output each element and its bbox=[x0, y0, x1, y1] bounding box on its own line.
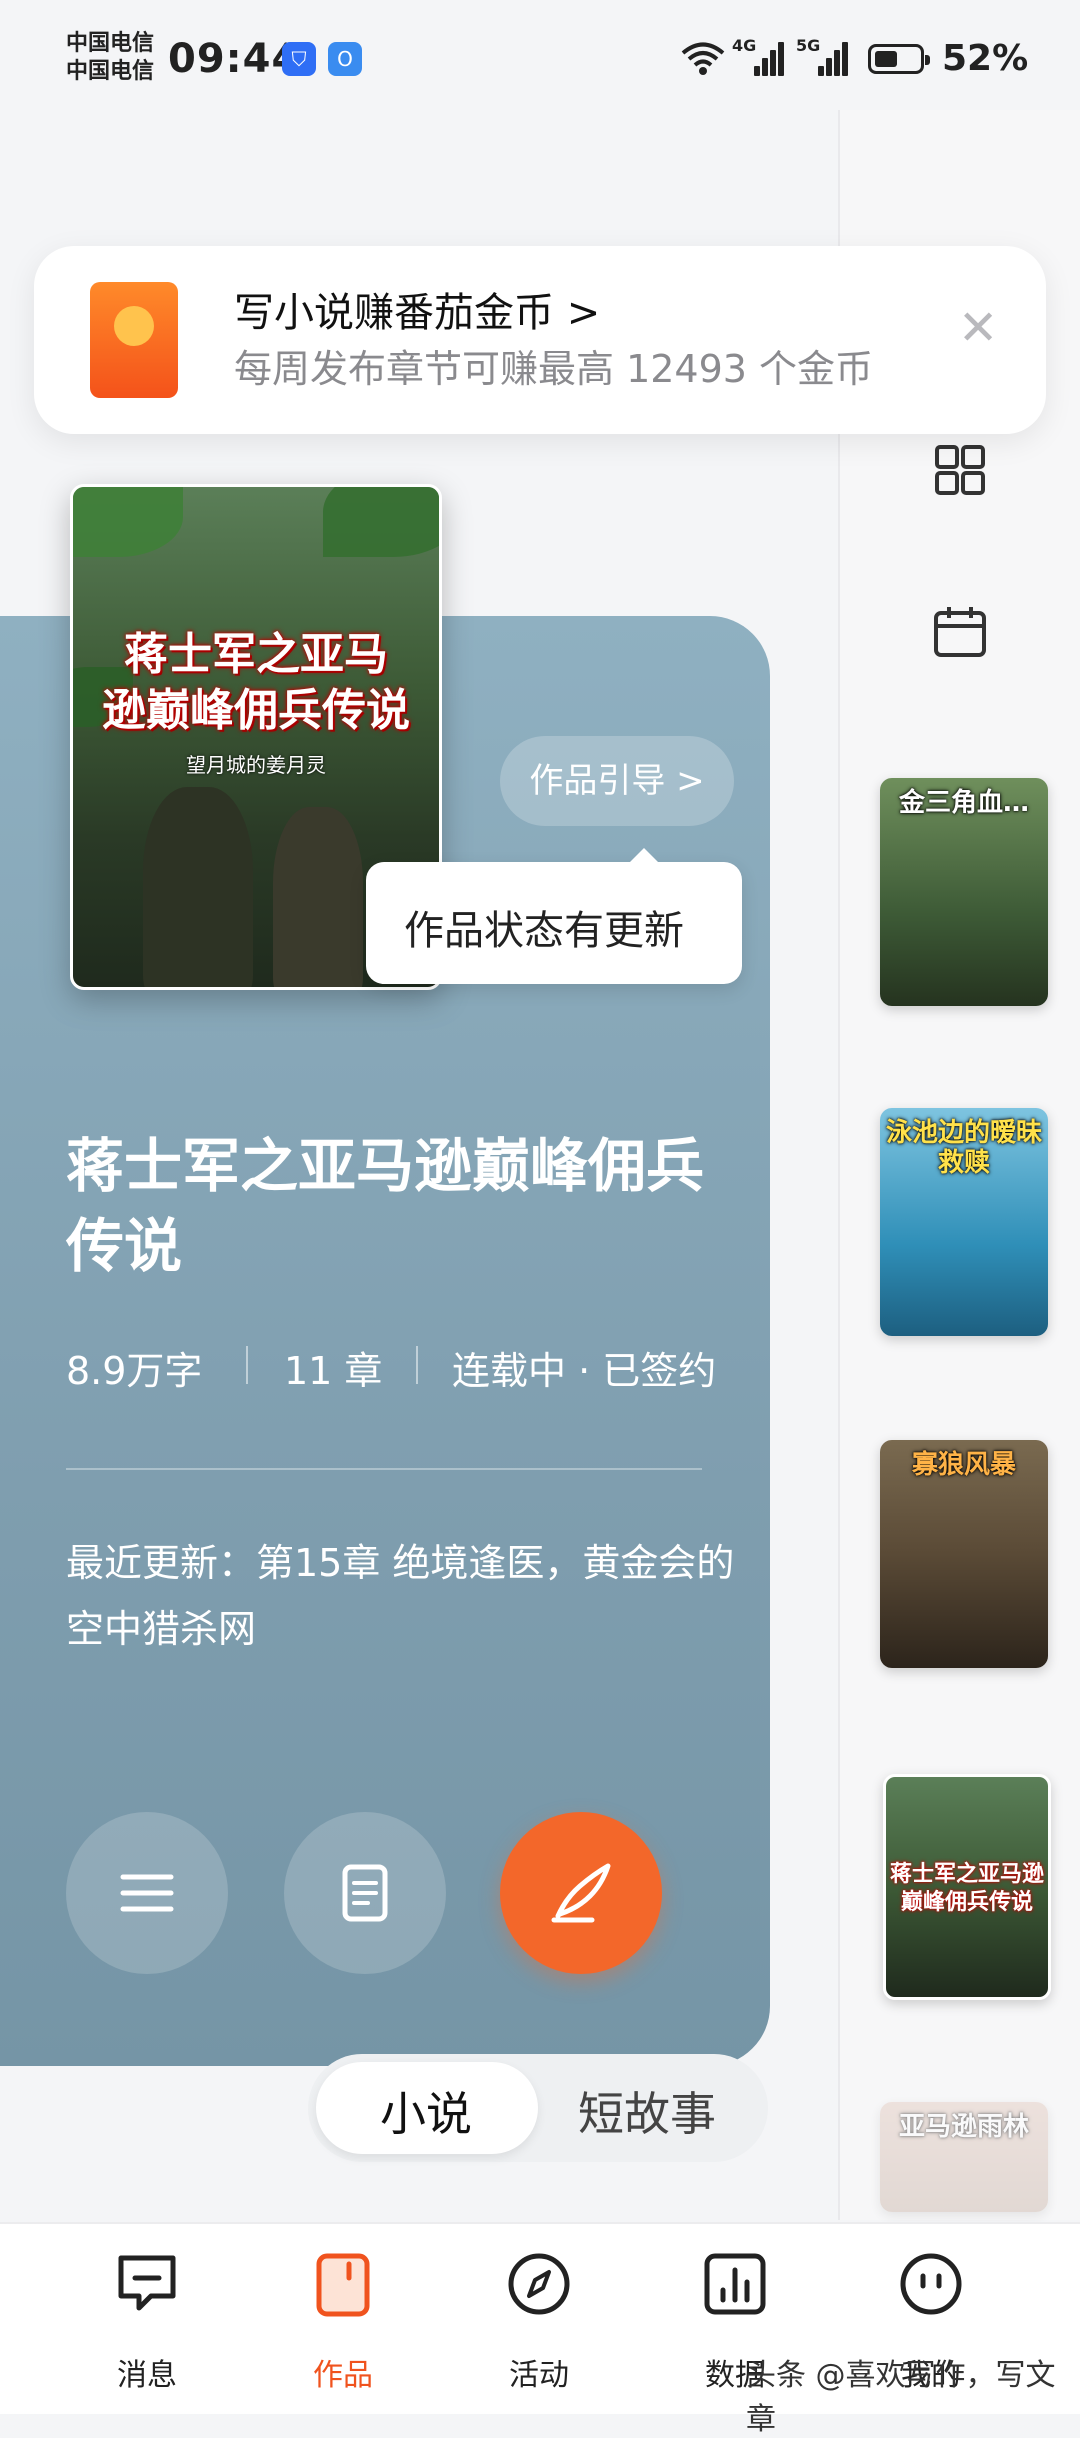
tab-novel-label[interactable]: 小说 bbox=[380, 2078, 472, 2144]
profile-face-icon bbox=[900, 2253, 962, 2315]
calendar-icon[interactable] bbox=[932, 604, 988, 660]
menu-icon bbox=[120, 1874, 174, 1912]
watermark-text: 头条 @喜欢写作，写文章 bbox=[746, 2358, 1056, 2437]
works-icon bbox=[316, 2253, 370, 2317]
cover-title: 蒋士军之亚马 逊巅峰佣兵传说 bbox=[73, 627, 439, 739]
grid-view-icon[interactable] bbox=[934, 444, 986, 496]
nav-activity[interactable]: 活动 bbox=[464, 2250, 614, 2400]
coin-promo-banner[interactable]: 写小说赚番茄金币 > 每周发布章节可赚最高 12493 个金币 ✕ bbox=[34, 246, 1046, 434]
meta-separator bbox=[246, 1346, 248, 1384]
signal-4g-icon: 4G bbox=[732, 36, 784, 76]
side-book-2[interactable]: 泳池边的暧昧救赎 bbox=[880, 1108, 1048, 1336]
document-icon bbox=[342, 1864, 388, 1922]
work-guide-button[interactable]: 作品引导 > bbox=[500, 736, 734, 826]
meta-separator bbox=[416, 1346, 418, 1384]
carrier-2: 中国电信 bbox=[66, 59, 155, 84]
battery-percent: 52% bbox=[942, 38, 1029, 79]
recent-update[interactable]: 最近更新：第15章 绝境逢医，黄金会的空中猎杀网 bbox=[66, 1530, 746, 1662]
net-label-1: 4G bbox=[732, 36, 757, 55]
close-icon[interactable]: ✕ bbox=[958, 300, 998, 356]
tooltip-text: 作品状态有更新 bbox=[404, 908, 684, 954]
nav-activity-label: 活动 bbox=[509, 2358, 569, 2393]
banner-title[interactable]: 写小说赚番茄金币 > bbox=[234, 280, 600, 338]
compass-icon bbox=[508, 2253, 570, 2315]
battery-icon bbox=[868, 44, 930, 74]
side-book-3-title: 寡狼风暴 bbox=[911, 1450, 1016, 1480]
side-book-2-title: 泳池边的暧昧救赎 bbox=[885, 1118, 1042, 1178]
chapters-button[interactable] bbox=[284, 1812, 446, 1974]
side-book-3[interactable]: 寡狼风暴 bbox=[880, 1440, 1048, 1668]
status-update-tooltip[interactable]: 作品状态有更新 bbox=[366, 848, 742, 984]
tab-short-story[interactable]: 短故事 bbox=[578, 2078, 716, 2144]
nav-works[interactable]: 作品 bbox=[268, 2250, 418, 2400]
side-book-4-title: 蒋士军之亚马逊巅峰佣兵传说 bbox=[889, 1862, 1044, 1915]
shield-app-icon: ⛉ bbox=[282, 42, 316, 76]
clock: 09:44 bbox=[168, 36, 301, 82]
carrier-1: 中国电信 bbox=[66, 31, 155, 56]
status-bar: 中国电信 中国电信 09:44 ⛉ O 4G 5G 52% bbox=[0, 0, 1080, 120]
book-status: 连载中 · 已签约 bbox=[452, 1349, 717, 1393]
chapter-count: 11 章 bbox=[284, 1349, 383, 1393]
nav-messages[interactable]: 消息 bbox=[72, 2250, 222, 2400]
cover-title-line-2: 逊巅峰佣兵传说 bbox=[102, 685, 410, 736]
side-book-4[interactable]: 蒋士军之亚马逊巅峰佣兵传说 bbox=[883, 1774, 1051, 2000]
net-label-2: 5G bbox=[796, 36, 821, 55]
write-button[interactable] bbox=[500, 1812, 662, 1974]
side-book-1-title: 金三角血… bbox=[898, 788, 1029, 818]
word-count: 8.9万字 bbox=[66, 1349, 203, 1393]
cover-author: 望月城的姜月灵 bbox=[186, 753, 326, 777]
side-book-5[interactable]: 亚马逊雨林 bbox=[880, 2102, 1048, 2212]
quill-pen-icon bbox=[551, 1863, 611, 1923]
banner-subtitle: 每周发布章节可赚最高 12493 个金币 bbox=[234, 347, 874, 391]
nav-works-label: 作品 bbox=[313, 2358, 373, 2393]
side-book-5-title: 亚马逊雨林 bbox=[898, 2112, 1029, 2142]
book-title: 蒋士军之亚马逊巅峰佣兵传说 bbox=[66, 1132, 705, 1280]
nav-messages-label: 消息 bbox=[117, 2358, 177, 2393]
message-icon bbox=[118, 2255, 176, 2311]
side-book-1[interactable]: 金三角血… bbox=[880, 778, 1048, 1006]
cover-title-line-1: 蒋士军之亚马 bbox=[124, 629, 388, 680]
wifi-icon bbox=[681, 42, 725, 75]
card-divider bbox=[66, 1468, 702, 1470]
menu-button[interactable] bbox=[66, 1812, 228, 1974]
office-app-icon: O bbox=[328, 42, 362, 76]
signal-5g-icon: 5G bbox=[796, 36, 848, 76]
bar-chart-icon bbox=[704, 2253, 766, 2315]
red-envelope-icon bbox=[90, 282, 178, 398]
carrier-labels: 中国电信 中国电信 bbox=[66, 30, 154, 86]
